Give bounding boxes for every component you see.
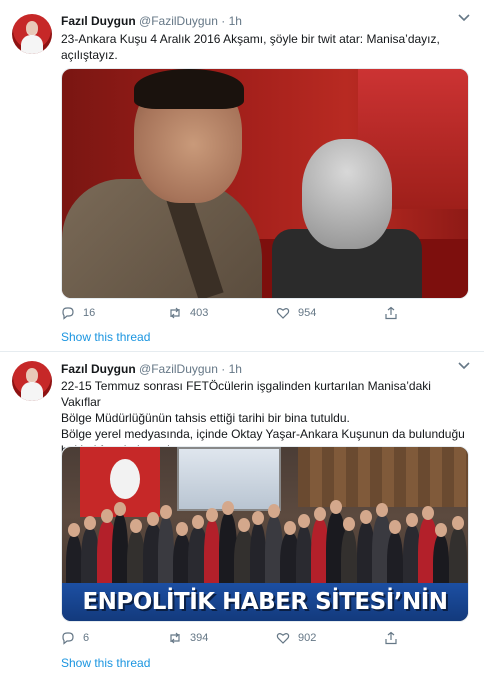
reply-count: 16 bbox=[83, 307, 96, 319]
retweet-icon bbox=[170, 632, 180, 644]
author-name[interactable]: Fazıl Duygun bbox=[61, 14, 136, 28]
tweet[interactable]: Fazıl Duygun @FazilDuygun · 1h 23-Ankara… bbox=[0, 0, 484, 352]
like-count: 954 bbox=[298, 307, 317, 319]
tweet-photo[interactable] bbox=[61, 68, 469, 299]
reply-icon bbox=[62, 307, 74, 320]
chevron-down-icon[interactable] bbox=[458, 361, 470, 374]
reply-button[interactable]: 6 bbox=[61, 631, 89, 645]
tweet-text: 23-Ankara Kuşu 4 Aralık 2016 Akşamı, şöy… bbox=[61, 31, 471, 63]
retweet-button[interactable]: 394 bbox=[168, 631, 208, 645]
heart-icon bbox=[276, 307, 290, 319]
retweet-button[interactable]: 403 bbox=[168, 306, 208, 320]
retweet-icon bbox=[170, 307, 180, 319]
avatar[interactable] bbox=[12, 361, 52, 401]
reply-count: 6 bbox=[83, 632, 90, 644]
chevron-down-icon[interactable] bbox=[458, 13, 470, 26]
timestamp[interactable]: 1h bbox=[229, 362, 242, 376]
author-name[interactable]: Fazıl Duygun bbox=[61, 362, 136, 376]
like-button[interactable]: 902 bbox=[276, 631, 316, 645]
tweet-text-line: 23-Ankara Kuşu 4 Aralık 2016 Akşamı, şöy… bbox=[61, 32, 440, 46]
tweet-header: Fazıl Duygun @FazilDuygun · 1h bbox=[61, 13, 242, 29]
tweet[interactable]: Fazıl Duygun @FazilDuygun · 1h 22-15 Tem… bbox=[0, 352, 484, 677]
show-thread-link[interactable]: Show this thread bbox=[61, 656, 150, 670]
tweet-photo[interactable]: ENPOLİTİK HABER SİTESİ’NİN bbox=[61, 446, 469, 622]
tweet-text-line: açılıştayız. bbox=[61, 48, 118, 62]
show-thread-link[interactable]: Show this thread bbox=[61, 330, 150, 344]
tweet-text-line: Bölge Müdürlüğünün tahsis ettiği tarihi … bbox=[61, 411, 350, 425]
heart-icon bbox=[276, 632, 290, 644]
tweet-actions: 6 394 902 bbox=[61, 631, 421, 647]
timestamp[interactable]: 1h bbox=[229, 14, 242, 28]
separator-dot: · bbox=[221, 14, 226, 28]
avatar[interactable] bbox=[12, 14, 52, 54]
like-button[interactable]: 954 bbox=[276, 306, 316, 320]
separator-dot: · bbox=[221, 362, 226, 376]
media-banner-text: ENPOLİTİK HABER SİTESİ’NİN bbox=[62, 583, 468, 621]
reply-icon bbox=[62, 632, 74, 645]
retweet-count: 394 bbox=[190, 632, 209, 644]
author-handle[interactable]: @FazilDuygun bbox=[139, 14, 218, 28]
share-button[interactable] bbox=[384, 306, 398, 320]
tweet-header: Fazıl Duygun @FazilDuygun · 1h bbox=[61, 361, 242, 377]
tweet-actions: 16 403 954 bbox=[61, 306, 421, 322]
share-button[interactable] bbox=[384, 631, 398, 645]
share-icon bbox=[385, 306, 397, 320]
share-icon bbox=[385, 631, 397, 645]
retweet-count: 403 bbox=[190, 307, 209, 319]
reply-button[interactable]: 16 bbox=[61, 306, 95, 320]
tweet-text-line: Bölge yerel medyasında, içinde Oktay Yaş… bbox=[61, 427, 465, 441]
author-handle[interactable]: @FazilDuygun bbox=[139, 362, 218, 376]
like-count: 902 bbox=[298, 632, 317, 644]
tweet-text-line: 22-15 Temmuz sonrası FETÖcülerin işgalin… bbox=[61, 379, 431, 409]
